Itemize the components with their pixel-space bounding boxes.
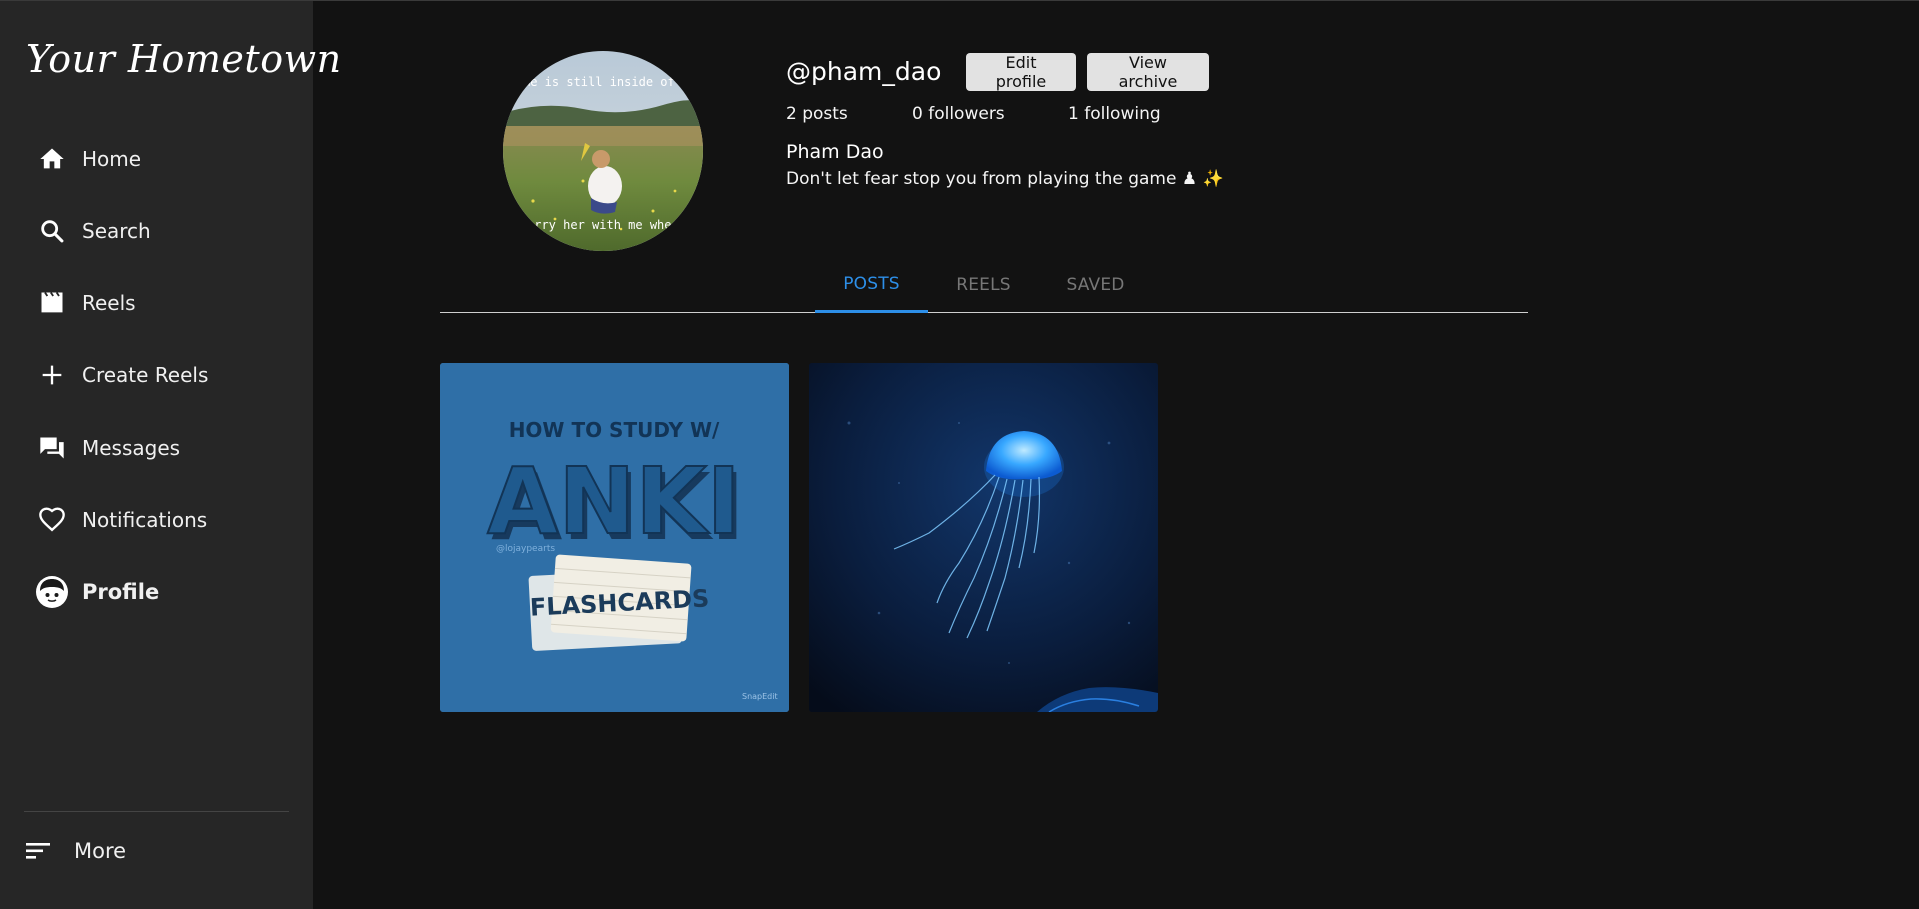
following-count[interactable]: 1 following [1068,104,1161,124]
heart-icon [24,492,80,548]
search-icon [24,203,80,259]
tab-saved[interactable]: SAVED [1039,257,1152,313]
post-handle: @lojaypearts [496,544,555,554]
profile-avatar[interactable]: me is still inside of me arry her with m… [503,51,703,251]
home-icon [24,131,80,187]
reels-icon [24,275,80,331]
app-logo[interactable]: Your Hometown [26,37,342,81]
profile-tabs: POSTS REELS SAVED [440,257,1528,313]
messages-icon [24,420,80,476]
sidebar-item-label: Profile [82,580,160,604]
avatar-caption-bottom: arry her with me wherever [527,218,703,232]
avatar-caption-top: me is still inside of me [523,75,696,89]
sidebar-item-label: Create Reels [82,363,209,387]
menu-icon [26,823,56,879]
sidebar-item-label: Reels [82,291,136,315]
sidebar-item-reels[interactable]: Reels [24,275,289,331]
sidebar-item-messages[interactable]: Messages [24,420,289,476]
profile-bio: Don't let fear stop you from playing the… [786,169,1224,189]
profile-username: @pham_dao [786,57,942,86]
tab-reels[interactable]: REELS [927,257,1040,313]
sidebar-item-notifications[interactable]: Notifications [24,492,289,548]
followers-count[interactable]: 0 followers [912,104,1005,124]
profile-avatar-icon [24,564,80,620]
sidebar-item-search[interactable]: Search [24,203,289,259]
posts-count: 2 posts [786,104,848,124]
sidebar-item-label: Messages [82,436,181,460]
post-title-line2: ANKI [487,448,741,555]
edit-profile-button[interactable]: Edit profile [966,53,1076,91]
view-archive-button[interactable]: View archive [1087,53,1209,91]
post-thumbnail-anki[interactable]: HOW TO STUDY W/ ANKI ANKI @lojaypearts F… [440,363,789,712]
sidebar-item-label: Notifications [82,508,208,532]
more-label: More [74,839,127,863]
sidebar-item-label: Home [82,147,142,171]
sidebar-item-label: Search [82,219,151,243]
post-watermark: SnapEdit [742,692,778,701]
post-title-line1: HOW TO STUDY W/ [509,418,720,442]
post-thumbnail-jellyfish[interactable] [809,363,1158,712]
tab-posts[interactable]: POSTS [815,257,928,313]
sidebar-item-home[interactable]: Home [24,131,289,187]
more-button[interactable]: More [24,823,289,879]
plus-icon [24,347,80,403]
sidebar-divider [24,811,289,812]
sidebar-item-create-reels[interactable]: Create Reels [24,347,289,403]
sidebar: Your Hometown Home Search Reels Create R… [0,1,341,909]
profile-full-name: Pham Dao [786,141,884,163]
sidebar-item-profile[interactable]: Profile [24,564,289,620]
